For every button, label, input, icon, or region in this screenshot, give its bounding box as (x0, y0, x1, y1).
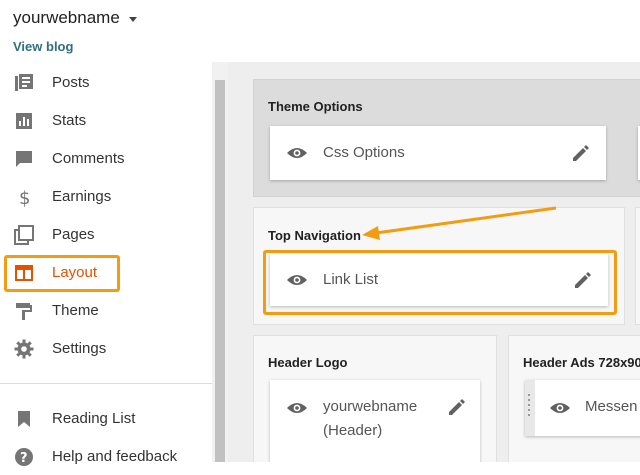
annotation-arrow (362, 206, 557, 240)
